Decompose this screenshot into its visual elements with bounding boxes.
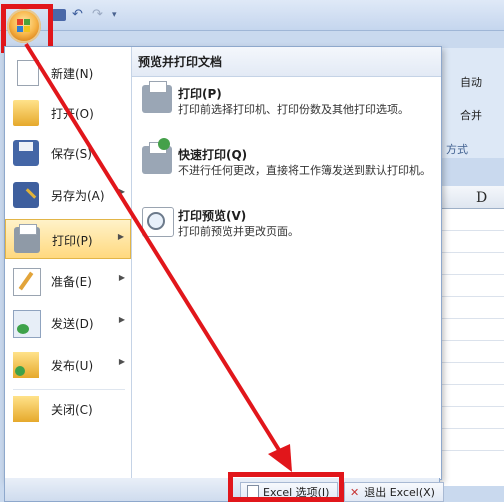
menu-item-new[interactable]: 新建(N)	[5, 53, 131, 93]
save-as-icon	[13, 182, 39, 208]
menu-item-save[interactable]: 保存(S)	[5, 133, 131, 173]
menu-item-label: 准备(E)	[51, 275, 92, 289]
submenu-arrow-icon: ▶	[118, 273, 125, 282]
grid-row-line	[436, 406, 504, 407]
undo-icon[interactable]: ↶	[72, 8, 86, 21]
open-folder-icon	[13, 100, 39, 126]
exit-excel-label: 退出 Excel(X)	[364, 486, 435, 499]
quick-print-icon	[142, 138, 172, 174]
alignment-group-label: 方式	[446, 143, 468, 156]
grid-row-line	[436, 274, 504, 275]
wrap-text-button[interactable]: 自动	[460, 74, 482, 90]
new-document-icon	[17, 60, 39, 86]
menu-command-list: 新建(N) 打开(O) 保存(S) 另存为(A) ▶ 打印(P) ▶ 准备(E)…	[5, 47, 132, 479]
menu-item-publish[interactable]: 发布(U) ▶	[5, 345, 131, 385]
grid-row-line	[436, 252, 504, 253]
merge-center-button[interactable]: 合并	[460, 107, 482, 123]
menu-item-label: 发布(U)	[51, 359, 94, 373]
grid-row-line	[436, 428, 504, 429]
office-menu: 新建(N) 打开(O) 保存(S) 另存为(A) ▶ 打印(P) ▶ 准备(E)…	[4, 46, 442, 480]
customize-dropdown-icon[interactable]: ▾	[112, 9, 126, 21]
menu-item-print[interactable]: 打印(P) ▶	[5, 219, 131, 259]
submenu-arrow-icon: ▶	[118, 187, 125, 196]
printer-icon	[142, 81, 172, 113]
menu-item-label: 打开(O)	[51, 107, 94, 121]
worksheet-grid[interactable]	[436, 186, 504, 486]
menu-item-label: 关闭(C)	[51, 403, 93, 417]
save-icon[interactable]	[52, 9, 66, 21]
menu-item-label: 发送(D)	[51, 317, 94, 331]
print-option-desc: 不进行任何更改，直接将工作簿发送到默认打印机。	[178, 164, 431, 177]
printer-icon	[14, 224, 40, 253]
print-option-name: 快速打印(Q)	[178, 148, 248, 162]
menu-item-save-as[interactable]: 另存为(A) ▶	[5, 175, 131, 215]
close-folder-icon	[13, 396, 39, 422]
annotation-box-excel-options	[228, 472, 344, 502]
close-icon: ✕	[350, 485, 360, 499]
print-preview-icon	[142, 207, 174, 237]
print-submenu-pane: 预览并打印文档 打印(P) 打印前选择打印机、打印份数及其他打印选项。 快速打印…	[132, 47, 441, 479]
menu-item-label: 保存(S)	[51, 147, 92, 161]
grid-row-line	[436, 296, 504, 297]
print-option-desc: 打印前预览并更改页面。	[178, 225, 299, 238]
submenu-arrow-icon: ▶	[118, 357, 125, 366]
print-option-desc: 打印前选择打印机、打印份数及其他打印选项。	[178, 103, 409, 116]
publish-icon	[13, 352, 39, 378]
submenu-arrow-icon: ▶	[117, 232, 124, 241]
menu-item-send[interactable]: 发送(D) ▶	[5, 303, 131, 343]
menu-item-label: 打印(P)	[52, 234, 93, 248]
column-d-header[interactable]: D	[476, 190, 487, 206]
print-option-name: 打印(P)	[178, 87, 222, 101]
print-option-name: 打印预览(V)	[178, 209, 247, 223]
grid-row-line	[436, 230, 504, 231]
menu-item-close[interactable]: 关闭(C)	[5, 389, 131, 429]
grid-row-line	[436, 318, 504, 319]
title-bar: ↶ ↷ ▾	[0, 0, 504, 31]
print-pane-title: 预览并打印文档	[132, 47, 441, 77]
redo-icon[interactable]: ↷	[92, 8, 106, 21]
grid-row-line	[436, 450, 504, 451]
prepare-icon	[13, 268, 41, 296]
send-icon	[13, 310, 41, 338]
grid-row-line	[436, 362, 504, 363]
menu-item-open[interactable]: 打开(O)	[5, 93, 131, 133]
save-disk-icon	[13, 140, 39, 166]
grid-row-line	[436, 340, 504, 341]
menu-item-label: 新建(N)	[51, 67, 94, 81]
menu-item-prepare[interactable]: 准备(E) ▶	[5, 261, 131, 301]
exit-excel-button[interactable]: ✕ 退出 Excel(X)	[344, 482, 444, 502]
menu-item-label: 另存为(A)	[51, 189, 105, 203]
quick-access-toolbar: ↶ ↷ ▾	[52, 8, 126, 21]
column-header[interactable]	[436, 186, 504, 209]
grid-row-line	[436, 384, 504, 385]
submenu-arrow-icon: ▶	[118, 315, 125, 324]
